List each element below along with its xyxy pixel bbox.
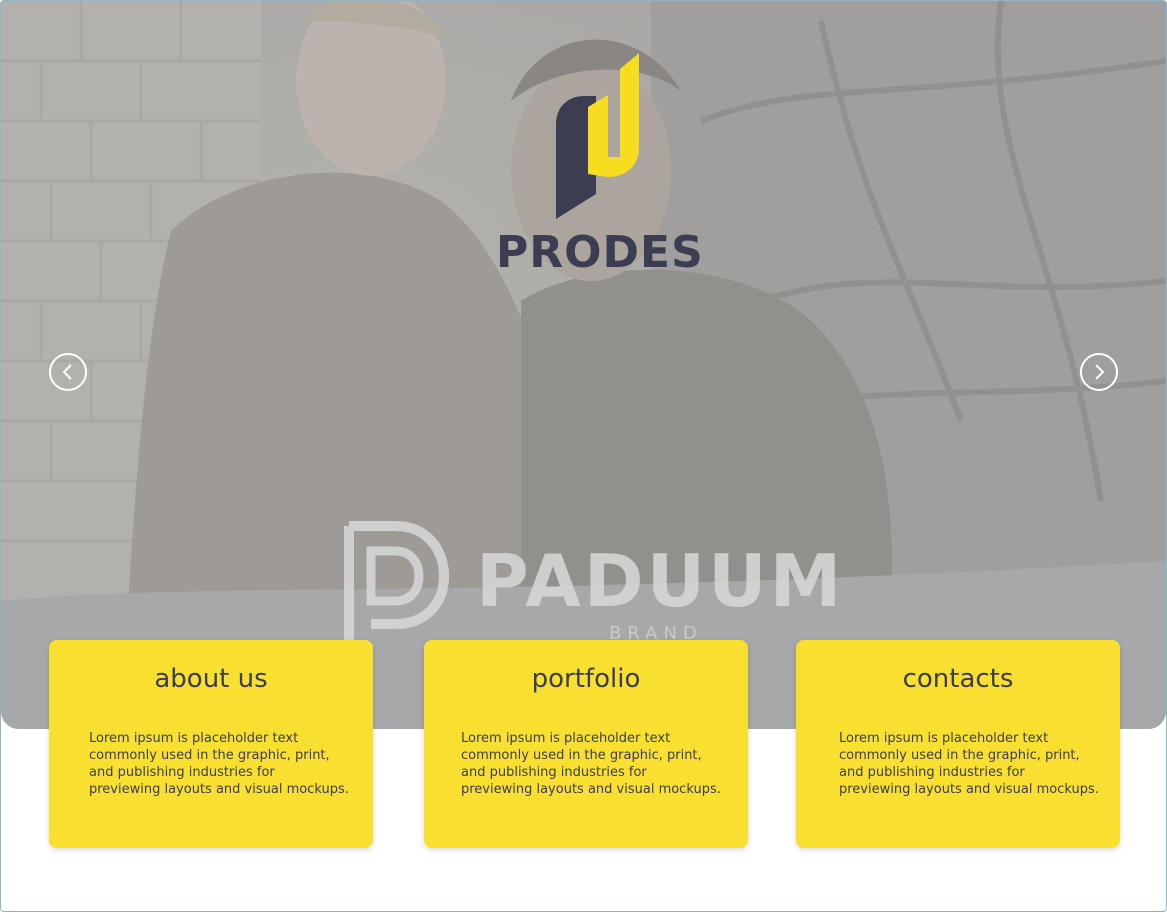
watermark-name: PADUUM	[476, 539, 845, 623]
watermark-logo-icon	[344, 521, 450, 646]
card-title: portfolio	[531, 664, 641, 694]
card-text: Lorem ipsum is placeholder text commonly…	[839, 731, 1099, 797]
card-text: Lorem ipsum is placeholder text commonly…	[89, 731, 349, 797]
hero-slider: PRODES PADUUM BRAND	[1, 1, 1166, 729]
chevron-right-icon	[1095, 364, 1105, 380]
watermark: PADUUM BRAND	[341, 521, 871, 651]
page-frame: PRODES PADUUM BRAND about us Lorem ipsum…	[0, 0, 1167, 912]
brand-mark-icon	[556, 53, 639, 219]
card-about-us[interactable]: about us Lorem ipsum is placeholder text…	[49, 640, 373, 848]
card-contacts[interactable]: contacts Lorem ipsum is placeholder text…	[796, 640, 1120, 848]
brand-name: PRODES	[496, 227, 704, 278]
card-text: Lorem ipsum is placeholder text commonly…	[461, 731, 721, 797]
card-portfolio[interactable]: portfolio Lorem ipsum is placeholder tex…	[424, 640, 748, 848]
chevron-left-icon	[62, 364, 72, 380]
brand-logo: PRODES	[496, 49, 704, 279]
card-title: about us	[154, 664, 268, 694]
card-title: contacts	[902, 664, 1014, 694]
slider-next-button[interactable]	[1080, 353, 1118, 391]
slider-prev-button[interactable]	[49, 353, 87, 391]
